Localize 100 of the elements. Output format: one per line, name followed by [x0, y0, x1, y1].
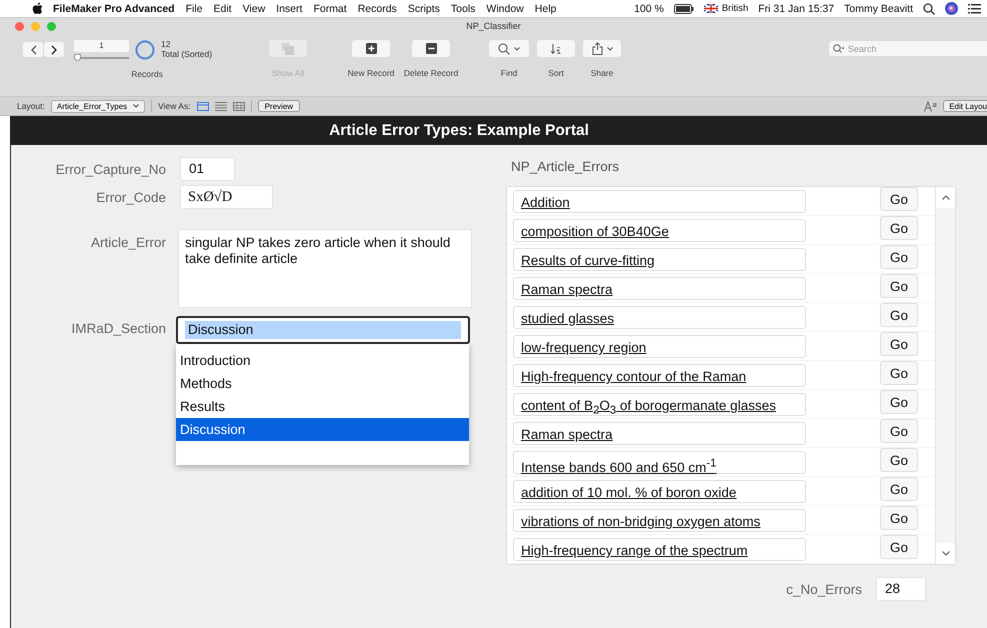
portal-title: NP_Article_Errors — [510, 159, 620, 176]
plus-icon — [366, 43, 377, 54]
menu-item[interactable]: Edit — [214, 2, 232, 14]
found-status: Total (Sorted) — [161, 49, 212, 59]
go-button[interactable]: Go — [880, 187, 918, 211]
app-menu[interactable]: FileMaker Pro Advanced — [53, 2, 175, 14]
next-button[interactable] — [44, 42, 64, 57]
portal-link-field[interactable]: composition of 30B40Ge — [513, 219, 806, 242]
go-button[interactable]: Go — [880, 216, 918, 240]
go-button[interactable]: Go — [880, 303, 918, 327]
portal-link-field[interactable]: low-frequency region — [513, 335, 806, 358]
portal-link-field[interactable]: Intense bands 600 and 650 cm$^{-1}$ — [513, 451, 806, 474]
find-button[interactable] — [489, 40, 530, 57]
menu-item[interactable]: Insert — [276, 2, 302, 14]
portal-link-field[interactable]: Addition — [513, 190, 806, 213]
chevron-right-icon — [50, 44, 58, 54]
window-title: NP_Classifier — [466, 21, 521, 31]
portal-link-field[interactable]: studied glasses — [513, 306, 806, 329]
menu-item[interactable]: Scripts — [408, 2, 440, 14]
menu-item[interactable]: Window — [486, 2, 524, 14]
portal-link-field[interactable]: vibrations of non-bridging oxygen atoms — [513, 509, 806, 532]
caret-icon — [514, 46, 520, 50]
go-button[interactable]: Go — [880, 361, 918, 385]
scroll-down-icon[interactable] — [942, 551, 950, 556]
dropdown-option[interactable]: Introduction — [176, 349, 469, 372]
input-source[interactable]: British — [722, 3, 748, 14]
portal-link-field[interactable]: High-frequency range of the spectrum — [513, 538, 806, 561]
go-button[interactable]: Go — [880, 245, 918, 269]
share-icon — [592, 42, 603, 55]
scroll-up-icon[interactable] — [942, 195, 950, 200]
caret-icon — [606, 46, 613, 50]
battery-icon[interactable] — [674, 4, 694, 14]
view-as-label: View As: — [158, 101, 191, 111]
menu-item[interactable]: File — [186, 2, 202, 14]
portal-link-field[interactable]: Raman spectra — [513, 422, 806, 445]
edit-layout-button[interactable]: Edit Layou — [943, 100, 987, 112]
preview-button[interactable]: Preview — [258, 100, 300, 112]
button-label: Sort — [548, 68, 564, 78]
portal-link-field[interactable]: Raman spectra — [513, 277, 806, 300]
record-number-field[interactable]: 1 — [74, 40, 129, 52]
text-field[interactable]: 01 — [180, 157, 235, 181]
list-view-icon[interactable] — [214, 102, 227, 110]
field-label: Error_Code — [95, 190, 166, 204]
list-icon[interactable] — [968, 3, 981, 14]
apple-icon[interactable] — [32, 2, 43, 15]
sort-icon — [550, 42, 562, 54]
dropdown-option[interactable]: Results — [176, 395, 469, 418]
menu-item[interactable]: Tools — [450, 2, 476, 14]
portal-link-field[interactable]: Results of curve-fitting — [513, 248, 806, 271]
caret-icon — [133, 104, 140, 108]
user-name[interactable]: Tommy Beavitt — [844, 2, 913, 14]
go-button[interactable]: Go — [880, 448, 918, 472]
portal-link-field[interactable]: content of B$_{2}$O$_{3}$ of borogermanate glasses — [513, 393, 806, 416]
form-view-icon[interactable] — [196, 102, 209, 110]
field-label: Error_Capture_No — [54, 162, 166, 176]
dropdown-option[interactable]: Discussion — [176, 418, 469, 441]
text-area[interactable]: singular NP takes zero article when it should take definite article — [178, 229, 472, 308]
search-icon — [833, 44, 845, 54]
go-button[interactable]: Go — [880, 477, 918, 501]
search-field[interactable]: Search — [829, 41, 987, 56]
go-button[interactable]: Go — [880, 419, 918, 443]
button-label: Delete Record — [404, 68, 458, 78]
go-button[interactable]: Go — [880, 390, 918, 414]
previous-button[interactable] — [23, 42, 43, 57]
go-button[interactable]: Go — [880, 274, 918, 298]
dropdown-field[interactable]: Discussion — [176, 316, 470, 344]
table-view-icon[interactable] — [232, 102, 245, 110]
header-title: Article Error Types: Example Portal — [329, 122, 589, 140]
field-label: IMRaD_Section — [70, 321, 166, 336]
go-button[interactable]: Go — [880, 506, 918, 530]
flag-icon[interactable] — [704, 4, 718, 13]
button-label: Share — [590, 68, 614, 78]
slider-thumb[interactable] — [74, 54, 81, 61]
portal-link-field[interactable]: High-frequency contour of the Raman — [513, 364, 806, 387]
count-field[interactable]: 28 — [876, 577, 926, 601]
menu-item[interactable]: Format — [313, 2, 347, 14]
text-field[interactable]: SxØ√D — [180, 185, 273, 209]
new-button[interactable] — [352, 40, 390, 57]
menu-item[interactable]: View — [242, 2, 266, 14]
go-button[interactable]: Go — [880, 332, 918, 356]
sort-button[interactable] — [537, 40, 576, 57]
dropdown-option[interactable]: Methods — [176, 372, 469, 395]
text-size-icon[interactable] — [924, 100, 938, 112]
records-label: Records — [131, 69, 163, 79]
scroll-bar[interactable] — [935, 187, 955, 564]
menu-item[interactable]: Records — [358, 2, 397, 14]
button-label: Find — [500, 68, 518, 78]
chevron-left-icon — [30, 44, 36, 54]
search-icon[interactable] — [923, 2, 935, 14]
battery-percent: 100 % — [634, 2, 664, 14]
layout-dropdown[interactable]: Article_Error_Types — [50, 100, 146, 112]
share-button[interactable] — [583, 40, 622, 57]
clock[interactable]: Fri 31 Jan 15:37 — [758, 2, 834, 14]
minus-icon — [426, 43, 437, 54]
search-icon — [498, 42, 510, 54]
portal-link-field[interactable]: addition of 10 mol. % of boron oxide — [513, 480, 806, 503]
go-button[interactable]: Go — [880, 535, 918, 559]
menu-item[interactable]: Help — [534, 2, 556, 14]
button-label: New Record — [348, 68, 394, 78]
delete-button[interactable] — [412, 40, 450, 57]
